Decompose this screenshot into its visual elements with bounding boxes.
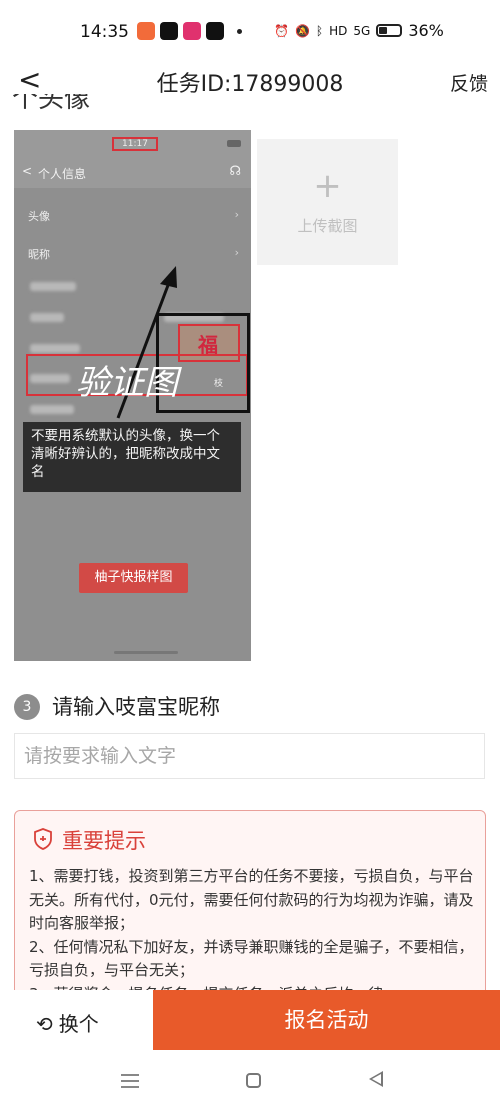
signup-button[interactable]: 报名活动 [153,990,500,1050]
swap-button[interactable]: ⟲ 换个 [36,1008,99,1037]
app-icon [137,22,155,40]
step-number-badge: 3 [14,694,40,720]
mute-icon: 🔕 [294,23,310,38]
more-dot-icon [237,28,242,34]
upload-screenshot-button[interactable]: + 上传截图 [257,139,398,265]
swap-label: 换个 [58,1012,99,1036]
status-time: 14:35 [80,22,129,42]
refresh-icon: ⟲ [36,1012,53,1036]
menu-icon[interactable] [121,1070,139,1092]
notice-body: 1、需要打钱，投资到第三方平台的任务不要接，亏损自负，与平台无关。所有代付，0元… [29,865,477,1006]
shield-icon [34,828,52,850]
notice-line: 1、需要打钱，投资到第三方平台的任务不要接，亏损自负，与平台无关。所有代付，0元… [29,867,474,932]
hd-icon: HD [329,23,348,38]
system-nav-bar [0,1052,500,1111]
bluetooth-icon: ᛒ [315,23,324,38]
alarm-icon: ⏰ [274,23,289,38]
signal-icon: 5G [353,23,371,38]
status-app-icons [137,22,242,40]
status-bar: 14:35 ⏰ 🔕 ᛒ HD 5G 36% [0,0,500,62]
app-icon [183,22,201,40]
step-title: 请输入吱富宝昵称 [52,695,220,719]
battery-percent: 36% [408,21,444,40]
notice-title: 重要提示 [62,829,146,853]
bottom-action-bar: ⟲ 换个 报名活动 [0,990,500,1052]
battery-icon [376,24,403,37]
watermark-text: 验证图 [76,363,178,403]
cut-off-text: 个头像 [12,94,91,114]
sample-home-indicator [114,651,178,654]
nav-back-icon[interactable] [369,1071,383,1087]
status-indicators: ⏰ 🔕 ᛒ HD 5G 36% [274,21,444,40]
sample-button: 柚子快报样图 [79,563,188,593]
tiktok-icon [160,22,178,40]
nickname-input[interactable] [14,733,485,779]
home-icon[interactable] [246,1073,261,1088]
upload-label: 上传截图 [297,217,358,235]
plus-icon: + [313,166,342,206]
sample-image[interactable]: 11:17 < 个人信息 ☊ 头像 › 昵称 › 福 枝 验证图 不要用系统默认… [14,130,251,661]
tiktok-icon [206,22,224,40]
notice-line: 2、任何情况私下加好友，并诱导兼职赚钱的全是骗子，不要相信，亏损自负，与平台无关… [29,937,474,980]
sample-tooltip: 不要用系统默认的头像，换一个清晰好辨认的，把昵称改成中文名 [23,422,241,492]
feedback-button[interactable]: 反馈 [450,69,488,96]
